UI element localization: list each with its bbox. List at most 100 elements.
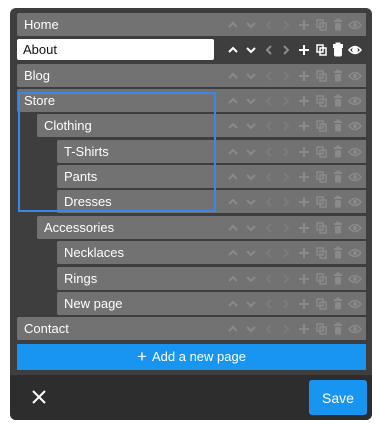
indent-icon[interactable] [278, 13, 294, 36]
indent-icon[interactable] [278, 241, 294, 264]
page-row[interactable]: Dresses [57, 190, 366, 214]
move-down-icon[interactable] [243, 267, 259, 290]
duplicate-icon[interactable] [313, 89, 329, 112]
indent-icon[interactable] [278, 216, 294, 239]
trash-icon[interactable] [330, 38, 346, 61]
add-icon[interactable] [296, 190, 312, 213]
close-icon[interactable] [29, 387, 49, 407]
add-icon[interactable] [296, 292, 312, 315]
duplicate-icon[interactable] [313, 241, 329, 264]
outdent-icon[interactable] [261, 114, 277, 137]
trash-icon[interactable] [330, 13, 346, 36]
move-up-icon[interactable] [225, 241, 241, 264]
page-row[interactable]: T-Shirts [57, 139, 366, 163]
trash-icon[interactable] [330, 114, 346, 137]
visibility-icon[interactable] [347, 292, 363, 315]
duplicate-icon[interactable] [313, 64, 329, 87]
visibility-icon[interactable] [347, 140, 363, 163]
visibility-icon[interactable] [347, 64, 363, 87]
move-down-icon[interactable] [243, 89, 259, 112]
outdent-icon[interactable] [261, 89, 277, 112]
duplicate-icon[interactable] [313, 38, 329, 61]
indent-icon[interactable] [278, 317, 294, 340]
move-down-icon[interactable] [243, 165, 259, 188]
duplicate-icon[interactable] [313, 292, 329, 315]
move-up-icon[interactable] [225, 64, 241, 87]
add-icon[interactable] [296, 165, 312, 188]
indent-icon[interactable] [278, 267, 294, 290]
trash-icon[interactable] [330, 140, 346, 163]
move-up-icon[interactable] [225, 190, 241, 213]
move-up-icon[interactable] [225, 317, 241, 340]
visibility-icon[interactable] [347, 114, 363, 137]
add-icon[interactable] [296, 140, 312, 163]
page-row[interactable]: Rings [57, 266, 366, 290]
add-icon[interactable] [296, 114, 312, 137]
trash-icon[interactable] [330, 241, 346, 264]
page-row[interactable]: Pants [57, 165, 366, 189]
visibility-icon[interactable] [347, 317, 363, 340]
visibility-icon[interactable] [347, 89, 363, 112]
indent-icon[interactable] [278, 292, 294, 315]
page-row[interactable]: Accessories [37, 215, 366, 239]
page-row[interactable]: Home [17, 13, 366, 36]
duplicate-icon[interactable] [313, 140, 329, 163]
move-down-icon[interactable] [243, 140, 259, 163]
page-row[interactable] [17, 38, 366, 61]
indent-icon[interactable] [278, 190, 294, 213]
page-row[interactable]: Contact [17, 317, 366, 341]
page-row[interactable]: Clothing [37, 114, 366, 138]
move-up-icon[interactable] [225, 114, 241, 137]
duplicate-icon[interactable] [313, 165, 329, 188]
move-up-icon[interactable] [225, 140, 241, 163]
trash-icon[interactable] [330, 165, 346, 188]
visibility-icon[interactable] [347, 241, 363, 264]
indent-icon[interactable] [278, 140, 294, 163]
outdent-icon[interactable] [261, 140, 277, 163]
move-down-icon[interactable] [243, 38, 259, 61]
page-row[interactable]: Necklaces [57, 241, 366, 265]
trash-icon[interactable] [330, 64, 346, 87]
move-down-icon[interactable] [243, 317, 259, 340]
add-icon[interactable] [296, 89, 312, 112]
outdent-icon[interactable] [261, 317, 277, 340]
add-page-button[interactable]: + Add a new page [17, 344, 366, 370]
visibility-icon[interactable] [347, 216, 363, 239]
page-name-input[interactable] [17, 39, 214, 61]
add-icon[interactable] [296, 216, 312, 239]
trash-icon[interactable] [330, 216, 346, 239]
visibility-icon[interactable] [347, 165, 363, 188]
outdent-icon[interactable] [261, 216, 277, 239]
outdent-icon[interactable] [261, 267, 277, 290]
move-up-icon[interactable] [225, 38, 241, 61]
visibility-icon[interactable] [347, 267, 363, 290]
trash-icon[interactable] [330, 317, 346, 340]
add-icon[interactable] [296, 38, 312, 61]
move-down-icon[interactable] [243, 190, 259, 213]
indent-icon[interactable] [278, 89, 294, 112]
add-icon[interactable] [296, 267, 312, 290]
move-up-icon[interactable] [225, 165, 241, 188]
duplicate-icon[interactable] [313, 13, 329, 36]
move-up-icon[interactable] [225, 89, 241, 112]
indent-icon[interactable] [278, 64, 294, 87]
add-icon[interactable] [296, 317, 312, 340]
indent-icon[interactable] [278, 114, 294, 137]
save-button[interactable]: Save [309, 380, 367, 415]
duplicate-icon[interactable] [313, 216, 329, 239]
duplicate-icon[interactable] [313, 190, 329, 213]
add-icon[interactable] [296, 13, 312, 36]
page-row[interactable]: Store [17, 89, 366, 113]
move-down-icon[interactable] [243, 13, 259, 36]
trash-icon[interactable] [330, 292, 346, 315]
outdent-icon[interactable] [261, 292, 277, 315]
duplicate-icon[interactable] [313, 267, 329, 290]
outdent-icon[interactable] [261, 190, 277, 213]
duplicate-icon[interactable] [313, 317, 329, 340]
move-down-icon[interactable] [243, 241, 259, 264]
outdent-icon[interactable] [261, 165, 277, 188]
page-row[interactable]: Blog [17, 63, 366, 87]
move-up-icon[interactable] [225, 216, 241, 239]
trash-icon[interactable] [330, 89, 346, 112]
move-up-icon[interactable] [225, 13, 241, 36]
